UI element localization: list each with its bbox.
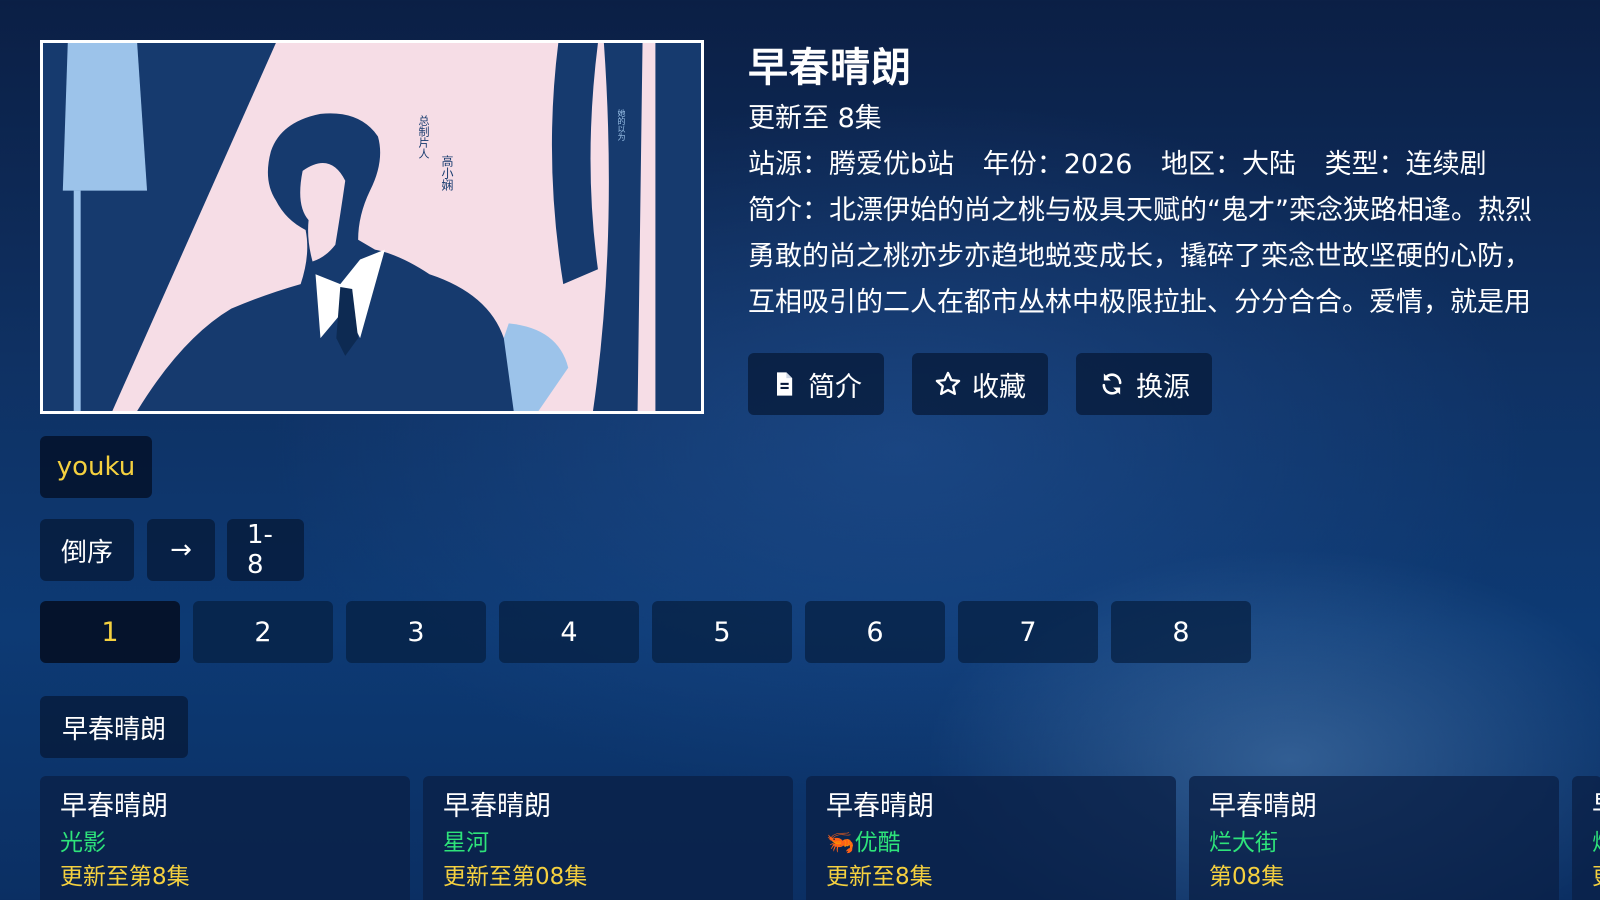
- poster-tagline: 她的以为: [617, 109, 626, 141]
- card-update: 更新至第08集: [443, 864, 588, 890]
- card-title: 早春晴朗: [60, 791, 168, 822]
- meta-genre: 类型：连续剧: [1324, 149, 1487, 180]
- episode-button-5[interactable]: 5: [652, 601, 792, 663]
- switch-source-button[interactable]: 换源: [1076, 353, 1212, 415]
- episode-button-4[interactable]: 4: [499, 601, 639, 663]
- card-title: 早春晴朗: [826, 791, 934, 822]
- description: 简介：北漂伊始的尚之桃与极具天赋的“鬼才”栾念狭路相逢。热烈勇敢的尚之桃亦步亦趋…: [748, 195, 1532, 318]
- refresh-icon: [1102, 373, 1122, 395]
- card-update: 更新至第8集: [60, 864, 190, 890]
- meta-source: 站源：腾爱优b站: [748, 149, 955, 180]
- episode-button-8[interactable]: 8: [1111, 601, 1251, 663]
- card-update: 更新至8集: [826, 864, 933, 890]
- update-status: 更新至 8集: [748, 103, 882, 134]
- related-card[interactable]: 早春晴朗 🦐优酷 更新至8集: [806, 776, 1176, 900]
- card-title: 早: [1592, 788, 1600, 826]
- switch-source-button-label: 换源: [1136, 371, 1190, 403]
- poster-credit-name: 高小娴: [440, 155, 454, 191]
- episode-button-1[interactable]: 1: [40, 601, 180, 663]
- related-card[interactable]: 早春晴朗 光影 更新至第8集: [40, 776, 410, 900]
- related-card[interactable]: 早春晴朗 烂大街 第08集: [1189, 776, 1559, 900]
- meta-region: 地区：大陆: [1161, 149, 1297, 180]
- card-source-row: 🦐优酷: [826, 826, 1156, 860]
- card-title: 早春晴朗: [1209, 791, 1317, 822]
- sort-reverse-button[interactable]: 倒序: [40, 519, 134, 581]
- card-source: 星河: [443, 830, 489, 856]
- page-title: 早春晴朗: [748, 45, 912, 91]
- episode-button-3[interactable]: 3: [346, 601, 486, 663]
- star-icon: [935, 371, 961, 396]
- poster-illustration: [43, 43, 701, 411]
- favorite-button[interactable]: 收藏: [912, 353, 1048, 415]
- episode-button-2[interactable]: 2: [193, 601, 333, 663]
- meta-year: 年份：2026: [982, 149, 1133, 180]
- related-card[interactable]: 早春晴朗 星河 更新至第08集: [423, 776, 793, 900]
- action-bar: 简介 收藏 换源: [748, 353, 1212, 415]
- poster-credit-role: 总制片人: [417, 115, 430, 159]
- card-source: 优酷: [854, 830, 901, 856]
- document-icon: [777, 372, 793, 396]
- shrimp-icon: 🦐: [826, 830, 855, 856]
- related-card-partial[interactable]: 早 烂 更: [1572, 776, 1600, 900]
- card-source: 烂: [1592, 826, 1600, 860]
- intro-button[interactable]: 简介: [748, 353, 884, 415]
- card-title: 早春晴朗: [443, 791, 551, 822]
- card-update: 第08集: [1209, 864, 1285, 890]
- card-source: 烂大街: [1209, 830, 1278, 856]
- detail-info: 早春晴朗 更新至 8集 站源：腾爱优b站 年份：2026 地区：大陆 类型：连续…: [748, 40, 1568, 326]
- favorite-button-label: 收藏: [972, 371, 1026, 403]
- card-source: 光影: [60, 830, 106, 856]
- meta-row: 站源：腾爱优b站 年份：2026 地区：大陆 类型：连续剧: [748, 142, 1568, 188]
- episode-button-7[interactable]: 7: [958, 601, 1098, 663]
- episode-range-tab[interactable]: 1-8: [227, 519, 304, 581]
- intro-button-label: 简介: [808, 371, 862, 403]
- card-update: 更: [1592, 860, 1600, 894]
- poster-image: 总制片人 高小娴 她的以为: [40, 40, 704, 414]
- sort-direction-button[interactable]: →: [147, 519, 215, 581]
- related-list: 早春晴朗 光影 更新至第8集 早春晴朗 星河 更新至第08集 早春晴朗 🦐优酷 …: [40, 776, 1600, 900]
- episode-button-6[interactable]: 6: [805, 601, 945, 663]
- episode-list: 1 2 3 4 5 6 7 8: [40, 601, 1251, 663]
- provider-youku[interactable]: youku: [40, 436, 152, 498]
- related-group-label[interactable]: 早春晴朗: [40, 696, 188, 758]
